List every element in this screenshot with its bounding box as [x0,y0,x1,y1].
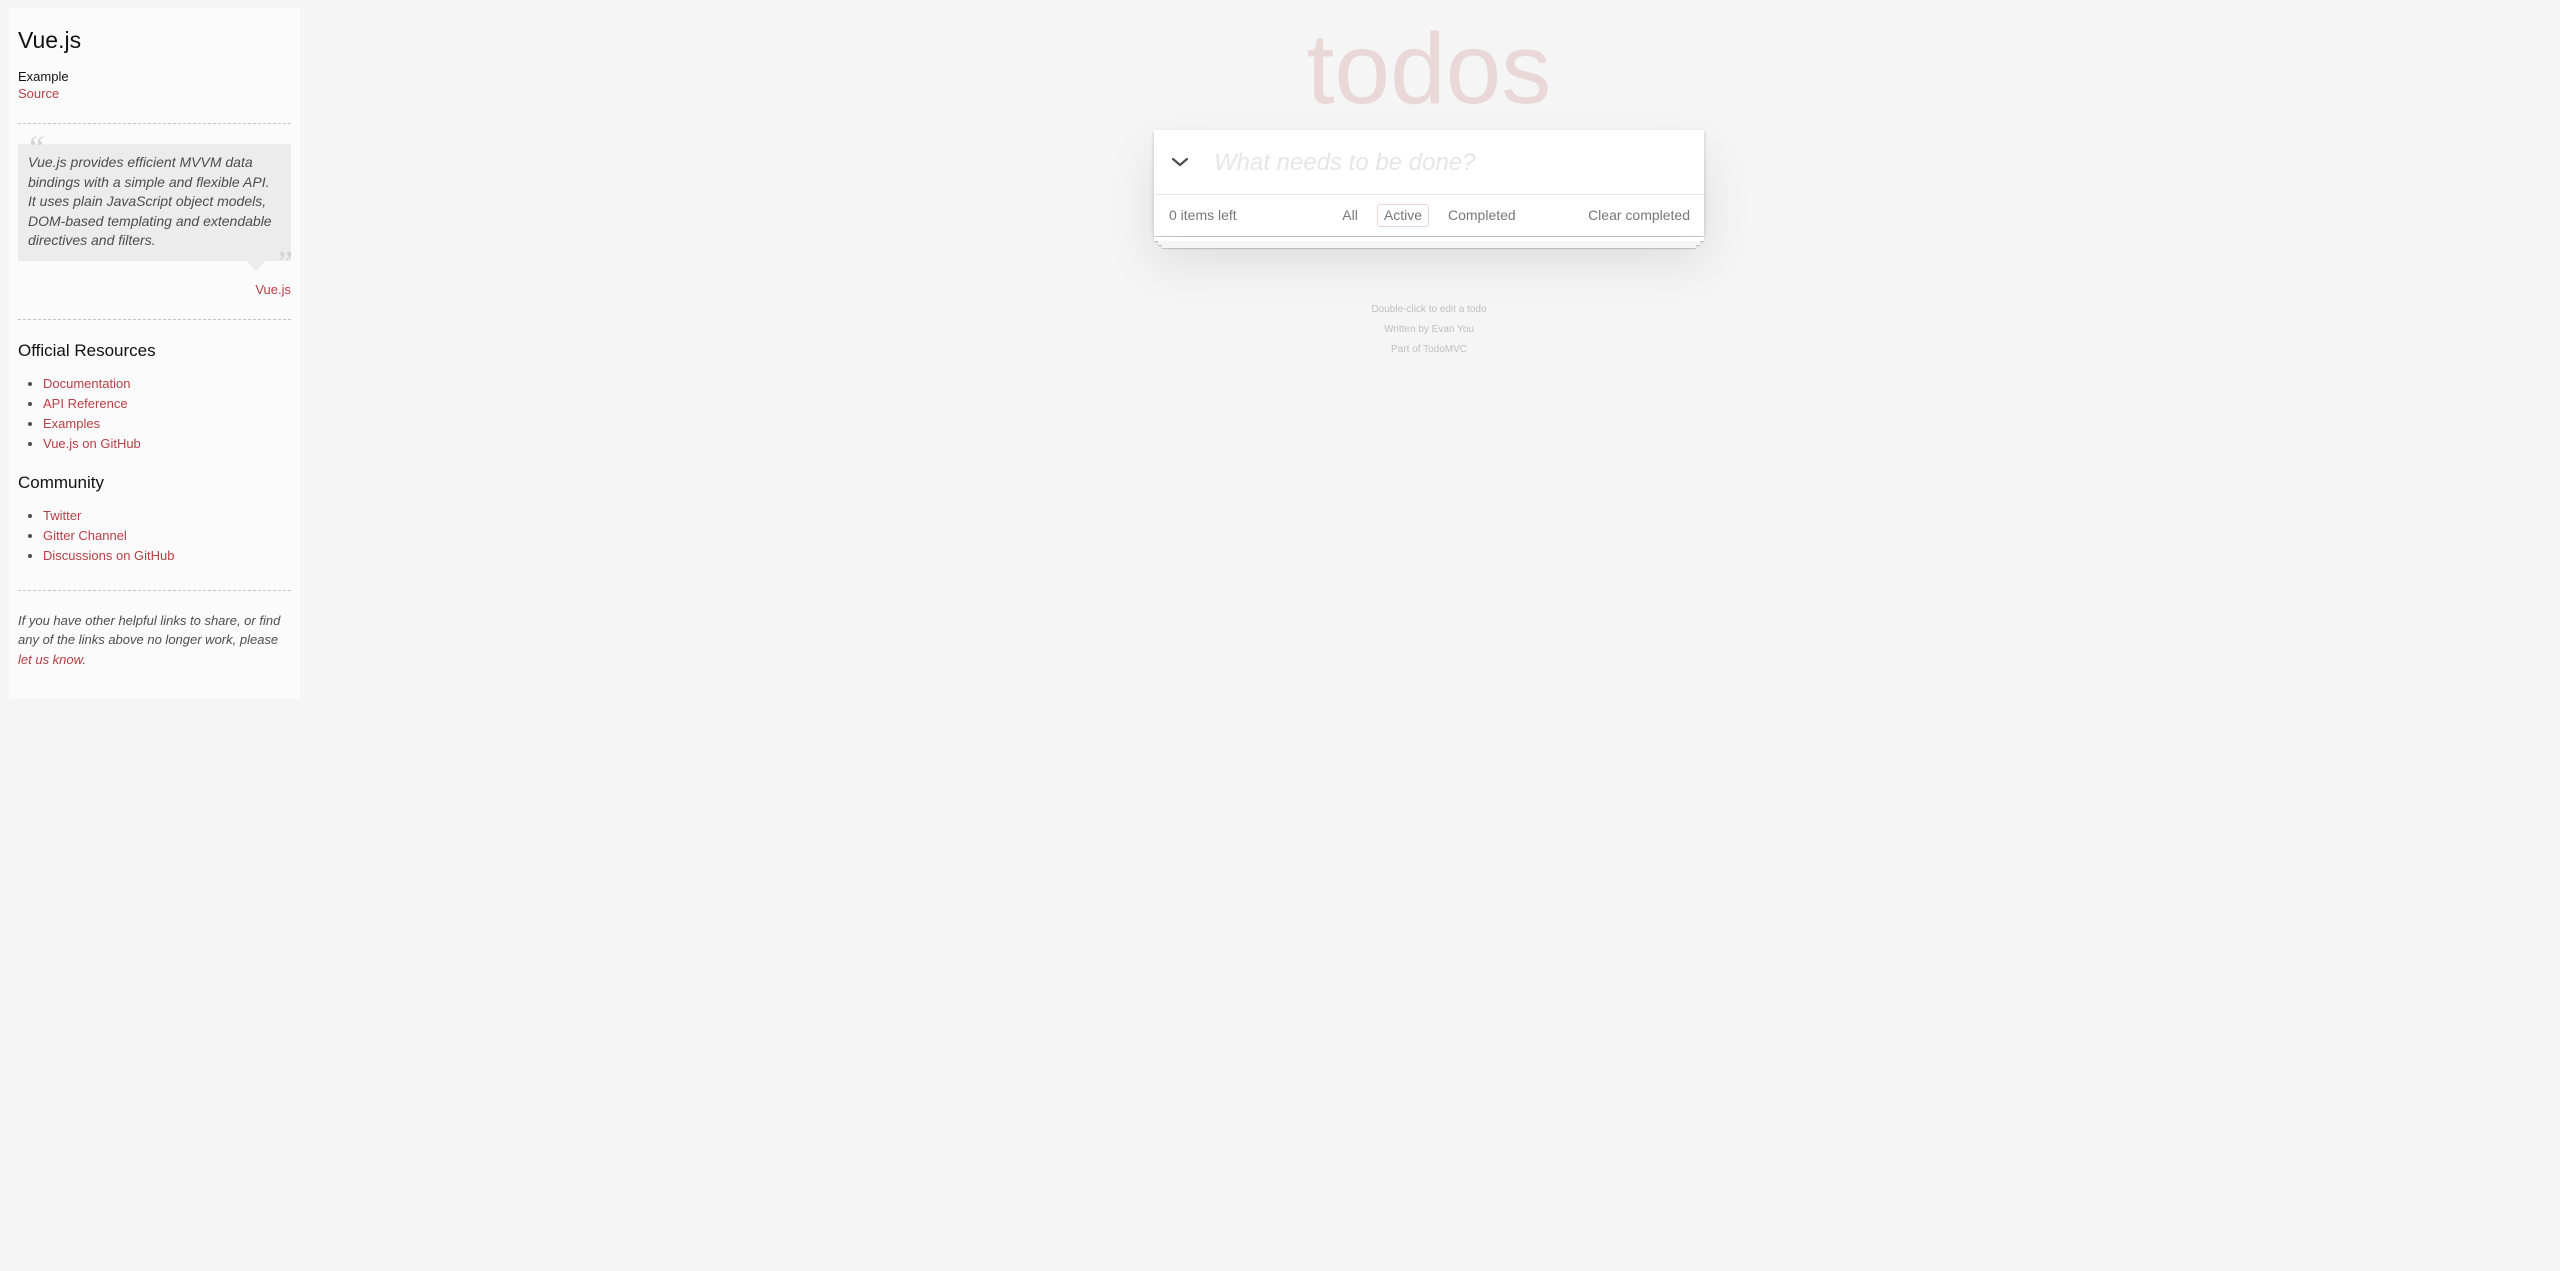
todomvc-prefix: Part of [1391,344,1424,355]
twitter-link[interactable]: Twitter [43,508,81,523]
gitter-link[interactable]: Gitter Channel [43,528,127,543]
new-todo-row [1154,130,1704,195]
quote-text: Vue.js provides efficient MVVM data bind… [28,154,272,248]
todo-footer: 0 items left All Active Completed Clear … [1154,195,1704,236]
filter-active[interactable]: Active [1376,204,1429,227]
author-line: Written by Evan You [1154,320,1704,340]
examples-link[interactable]: Examples [43,416,100,431]
note-suffix: . [82,651,86,667]
edit-hint: Double-click to edit a todo [1371,304,1487,315]
filter-all[interactable]: All [1335,204,1365,227]
official-resources-heading: Official Resources [18,340,156,360]
discussions-link[interactable]: Discussions on GitHub [43,548,175,563]
close-quote-icon: ” [274,244,293,282]
divider [18,318,291,320]
author-link[interactable]: Evan You [1432,324,1474,335]
note-text: If you have other helpful links to share… [18,612,281,648]
let-us-know-link[interactable]: let us know [18,652,82,667]
list-item: Examples [43,414,291,434]
community-heading: Community [18,472,104,492]
official-resources-list: Documentation API Reference Examples Vue… [18,374,291,454]
stacked-paper-effect [1154,237,1704,249]
todo-app: 0 items left All Active Completed Clear … [1154,130,1704,236]
todomvc-line: Part of TodoMVC [1154,340,1704,360]
filter-completed[interactable]: Completed [1441,204,1523,227]
divider [18,123,291,124]
quote: “ Vue.js provides efficient MVVM data bi… [18,132,293,280]
community-list: Twitter Gitter Channel Discussions on Gi… [18,506,291,566]
list-item: Discussions on GitHub [43,546,291,566]
documentation-link[interactable]: Documentation [43,376,130,391]
app-title: todos [1306,13,1552,125]
list-item: Documentation [43,374,291,394]
list-item: Vue.js on GitHub [43,434,291,454]
vue-github-link[interactable]: Vue.js on GitHub [43,436,141,451]
sidebar-title: Vue.js [18,27,82,53]
info-footer: Double-click to edit a todo Written by E… [1154,300,1704,360]
list-item: Twitter [43,506,291,526]
example-label: Example [18,69,69,84]
help-note: If you have other helpful links to share… [18,611,291,670]
open-quote-icon: “ [26,130,45,167]
todomvc-link[interactable]: TodoMVC [1423,344,1467,355]
learn-sidebar: Vue.js Example Source “ Vue.js provides … [9,8,300,699]
new-todo-input[interactable] [1214,130,1694,195]
quote-source-link[interactable]: Vue.js [255,282,291,297]
api-reference-link[interactable]: API Reference [43,396,128,411]
author-prefix: Written by [1384,324,1432,335]
clear-completed-button[interactable]: Clear completed [1588,207,1690,224]
source-link[interactable]: Source [18,85,291,102]
list-item: Gitter Channel [43,526,291,546]
quote-tail [246,260,266,271]
list-item: API Reference [43,394,291,414]
divider [18,589,291,591]
chevron-down-icon[interactable] [1168,150,1192,174]
